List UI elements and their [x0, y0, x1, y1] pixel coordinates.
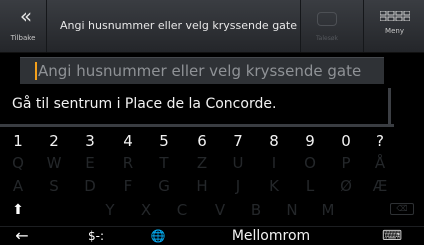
key-7[interactable]: 7: [220, 131, 256, 151]
key-t[interactable]: T: [146, 153, 182, 173]
key-q[interactable]: Q: [0, 153, 36, 173]
menu-button[interactable]: Meny: [365, 0, 424, 52]
voice-search-button[interactable]: Talesøk: [302, 0, 352, 52]
on-screen-keyboard: 1 2 3 4 5 6 7 8 9 0 ? Q W E R T Z U I O …: [0, 127, 424, 245]
number-row: 1 2 3 4 5 6 7 8 9 0 ?: [0, 131, 424, 151]
key-w[interactable]: W: [36, 153, 72, 173]
key-question[interactable]: ?: [362, 131, 398, 151]
key-k[interactable]: K: [256, 176, 292, 196]
key-s[interactable]: S: [36, 176, 72, 196]
key-3[interactable]: 3: [72, 131, 108, 151]
shift-icon[interactable]: ⬆: [0, 200, 36, 220]
key-e[interactable]: E: [72, 153, 108, 173]
key-4[interactable]: 4: [110, 131, 146, 151]
back-button[interactable]: « Tilbake: [0, 0, 47, 52]
key-x[interactable]: X: [128, 200, 164, 220]
letter-row-3: ⬆ Y X C V B N M ⌫: [0, 200, 424, 220]
key-0[interactable]: 0: [328, 131, 364, 151]
key-aa[interactable]: Å: [362, 153, 398, 173]
letter-row-1: Q W E R T Z U I O P Å: [0, 153, 424, 173]
key-c[interactable]: C: [164, 200, 200, 220]
key-l[interactable]: L: [292, 176, 328, 196]
letter-row-2: A S D F G H J K L Ø Æ: [0, 176, 424, 196]
key-p[interactable]: P: [328, 153, 364, 173]
top-bar: « Tilbake Angi husnummer eller velg krys…: [0, 0, 424, 53]
key-r[interactable]: R: [110, 153, 146, 173]
key-a[interactable]: A: [0, 176, 36, 196]
space-key[interactable]: Mellomrom: [206, 227, 336, 245]
key-2[interactable]: 2: [36, 131, 72, 151]
scrollbar[interactable]: [388, 88, 391, 124]
key-d[interactable]: D: [72, 176, 108, 196]
keyboard-bottom-row: ← $-: 🌐 Mellomrom ⌨: [0, 226, 424, 245]
key-f[interactable]: F: [110, 176, 146, 196]
suggestion-text: Gå til sentrum i Place de la Concorde.: [12, 96, 277, 112]
key-j[interactable]: J: [220, 176, 256, 196]
divider: [363, 0, 364, 52]
voice-search-label: Talesøk: [316, 35, 338, 42]
key-z[interactable]: Z: [184, 153, 220, 173]
text-cursor: [35, 62, 37, 80]
key-5[interactable]: 5: [146, 131, 182, 151]
key-8[interactable]: 8: [256, 131, 292, 151]
double-chevron-left-icon: «: [19, 4, 32, 28]
symbols-key[interactable]: $-:: [78, 227, 114, 245]
key-h[interactable]: H: [184, 176, 220, 196]
key-n[interactable]: N: [274, 200, 310, 220]
grid-icon: [379, 11, 410, 21]
keyboard-icon[interactable]: ⌨: [374, 227, 410, 245]
key-m[interactable]: M: [310, 200, 346, 220]
key-ae[interactable]: Æ: [362, 176, 398, 196]
speech-bubble-icon: [317, 12, 337, 26]
key-v[interactable]: V: [202, 200, 238, 220]
key-9[interactable]: 9: [292, 131, 328, 151]
divider: [300, 0, 301, 52]
search-input[interactable]: Angi husnummer eller velg kryssende gate: [20, 57, 384, 84]
key-i[interactable]: I: [256, 153, 292, 173]
key-oe[interactable]: Ø: [328, 176, 364, 196]
backspace-icon[interactable]: ⌫: [390, 203, 414, 215]
page-title: Angi husnummer eller velg kryssende gate: [60, 19, 297, 32]
key-6[interactable]: 6: [184, 131, 220, 151]
key-y[interactable]: Y: [92, 200, 128, 220]
suggestion-item[interactable]: Gå til sentrum i Place de la Concorde.: [0, 86, 394, 127]
input-placeholder: Angi husnummer eller velg kryssende gate: [38, 62, 362, 80]
key-u[interactable]: U: [220, 153, 256, 173]
menu-label: Meny: [385, 27, 404, 35]
back-label: Tilbake: [10, 34, 36, 42]
globe-icon[interactable]: 🌐: [140, 227, 176, 245]
key-1[interactable]: 1: [0, 131, 36, 151]
left-arrow-icon[interactable]: ←: [4, 227, 40, 245]
key-g[interactable]: G: [146, 176, 182, 196]
key-b[interactable]: B: [238, 200, 274, 220]
key-o[interactable]: O: [292, 153, 328, 173]
